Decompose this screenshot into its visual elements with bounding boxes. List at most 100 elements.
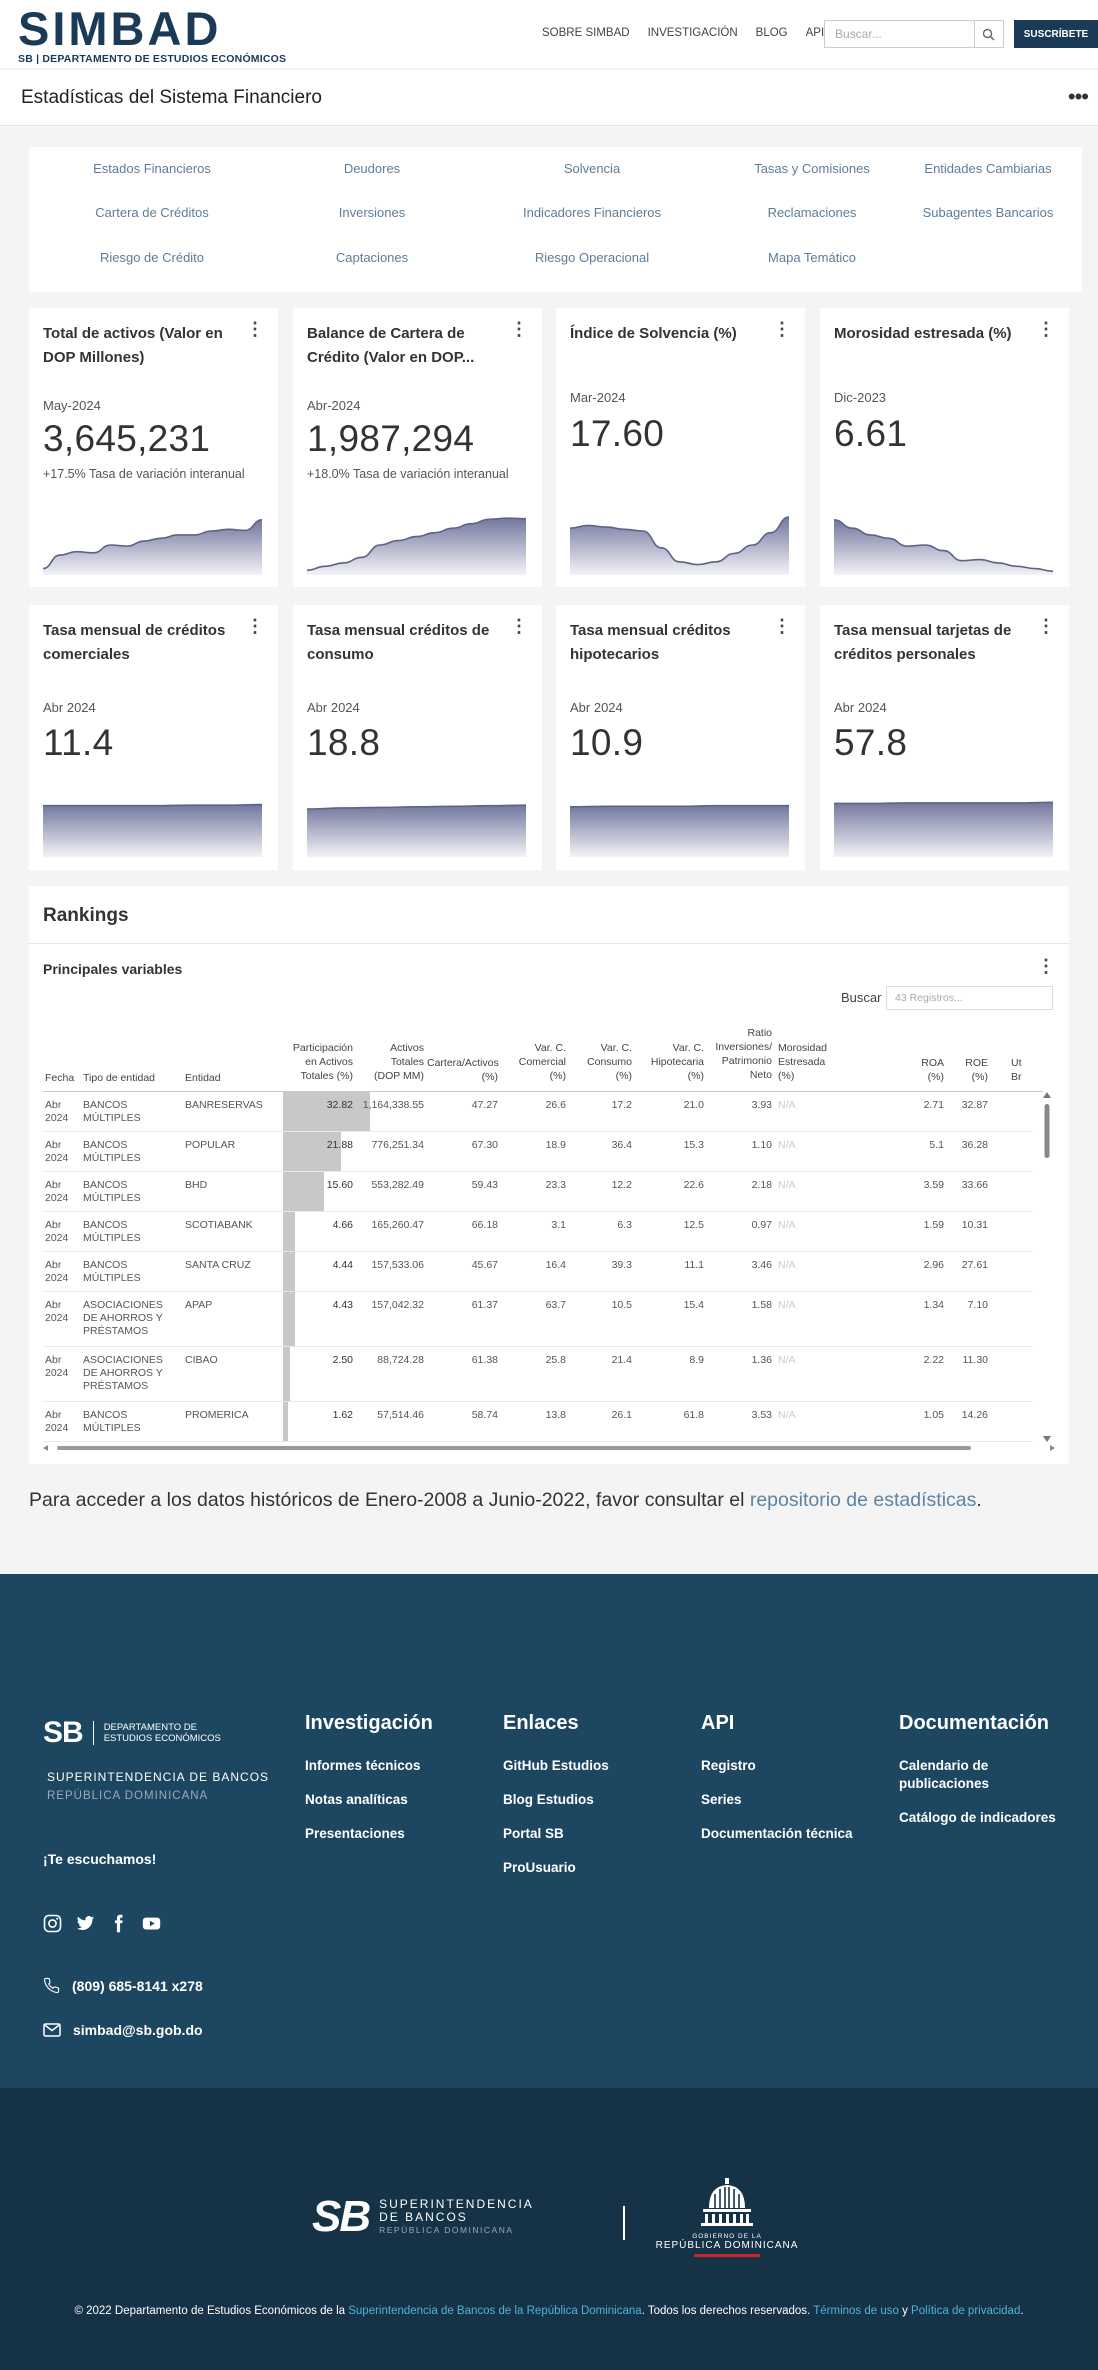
nav-blog[interactable]: BLOG: [756, 27, 788, 39]
twitter-icon[interactable]: [76, 1914, 95, 1933]
footer-col-title: Documentación: [899, 1712, 1050, 1734]
facebook-icon[interactable]: [109, 1914, 128, 1933]
column-header[interactable]: Tipo de entidad: [83, 1071, 181, 1085]
table-row[interactable]: Abr 2024 BANCOS MÚLTIPLES SCOTIABANK 4.66 165,…: [43, 1212, 1033, 1252]
sparkline-chart: [43, 803, 262, 857]
category-link[interactable]: Deudores: [344, 161, 400, 176]
more-dots-icon[interactable]: •••: [1068, 84, 1089, 110]
phone-text[interactable]: (809) 685-8141 x278: [72, 1978, 203, 1994]
table-cell: 1.58: [751, 1299, 772, 1311]
table-cell: 2.96: [923, 1259, 944, 1271]
phone-icon: [43, 1977, 60, 1994]
email-text[interactable]: simbad@sb.gob.do: [73, 2022, 203, 2038]
column-header[interactable]: Cartera/Activos (%): [427, 1056, 499, 1084]
category-link[interactable]: Entidades Cambiarias: [924, 161, 1051, 176]
category-link[interactable]: Cartera de Créditos: [95, 205, 208, 220]
card-menu-icon[interactable]: ⋮: [773, 617, 791, 635]
privacy-link[interactable]: Política de privacidad: [911, 2305, 1020, 2317]
rankings-menu-icon[interactable]: ⋮: [1037, 957, 1055, 975]
category-link[interactable]: Captaciones: [336, 250, 408, 265]
column-header[interactable]: Ut Br: [1011, 1056, 1051, 1084]
category-link[interactable]: Subagentes Bancarios: [923, 205, 1054, 220]
column-header[interactable]: Entidad: [185, 1071, 265, 1085]
card-menu-icon[interactable]: ⋮: [1037, 320, 1055, 338]
table-row[interactable]: Abr 2024 ASOCIACIONES DE AHORROS Y PRÉSTAMOS…: [43, 1292, 1033, 1347]
table-row[interactable]: Abr 2024 ASOCIACIONES DE AHORROS Y PRÉSTAMOS…: [43, 1347, 1033, 1402]
category-link[interactable]: Indicadores Financieros: [523, 205, 661, 220]
sb-logo-line2: DE BANCOS: [379, 2209, 468, 2224]
subscribe-button[interactable]: SUSCRÍBETE: [1014, 20, 1098, 48]
category-link[interactable]: Reclamaciones: [768, 205, 857, 220]
column-header[interactable]: ROE (%): [944, 1056, 988, 1084]
column-header[interactable]: Activos Totales (DOP MM): [355, 1041, 424, 1083]
footer-link[interactable]: ProUsuario: [503, 1859, 609, 1877]
nav-api[interactable]: API: [806, 27, 825, 39]
category-link[interactable]: Riesgo Operacional: [535, 250, 649, 265]
note-end: .: [976, 1489, 982, 1511]
category-link[interactable]: Estados Financieros: [93, 161, 211, 176]
footer-col-documentacion: Documentación Calendario de publicacione…: [899, 1712, 1069, 1843]
column-header-line: Neto: [749, 1069, 772, 1081]
table-row[interactable]: Abr 2024 BANCOS MÚLTIPLES BANRESERVAS 32.82 1,…: [43, 1092, 1033, 1132]
footer-link[interactable]: Informes técnicos: [305, 1757, 433, 1775]
column-header[interactable]: Var. C. Comercial (%): [502, 1041, 566, 1083]
category-link[interactable]: Mapa Temático: [768, 250, 856, 265]
column-header[interactable]: Var. C. Hipotecaria (%): [636, 1041, 704, 1083]
table-cell: Abr 2024: [45, 1139, 69, 1164]
column-header[interactable]: Fecha: [45, 1071, 79, 1085]
rankings-subtitle: Principales variables: [43, 961, 183, 977]
table-row[interactable]: Abr 2024 BANCOS MÚLTIPLES SANTA CRUZ 4.44 157,…: [43, 1252, 1033, 1292]
instagram-icon[interactable]: [43, 1914, 62, 1933]
footer-link[interactable]: Calendario de publicaciones: [899, 1757, 1069, 1793]
footer-link[interactable]: Notas analíticas: [305, 1791, 433, 1809]
category-link[interactable]: Tasas y Comisiones: [754, 161, 870, 176]
table-cell: 3.1: [551, 1219, 566, 1231]
footer-link[interactable]: Catálogo de indicadores: [899, 1809, 1069, 1827]
category-link[interactable]: Inversiones: [339, 205, 405, 220]
vertical-scrollbar[interactable]: [1043, 1092, 1051, 1442]
card-menu-icon[interactable]: ⋮: [510, 617, 528, 635]
table-row[interactable]: Abr 2024 BANCOS MÚLTIPLES BHD 15.60 553,282.49…: [43, 1172, 1033, 1212]
nav-investigacion[interactable]: INVESTIGACIÓN: [648, 27, 738, 39]
rankings-search-input[interactable]: 43 Registros...: [886, 986, 1053, 1010]
table-cell: 4.44: [332, 1259, 353, 1271]
category-link[interactable]: Solvencia: [564, 161, 620, 176]
search-button[interactable]: [974, 20, 1002, 48]
table-cell: BANCOS MÚLTIPLES: [83, 1259, 141, 1284]
column-header[interactable]: Var. C. Consumo (%): [570, 1041, 632, 1083]
footer-link[interactable]: Series: [701, 1791, 853, 1809]
column-header[interactable]: ROA (%): [904, 1056, 944, 1084]
card-menu-icon[interactable]: ⋮: [1037, 617, 1055, 635]
footer-link[interactable]: GitHub Estudios: [503, 1757, 609, 1775]
sparkline-chart: [834, 519, 1053, 575]
column-header[interactable]: Participación en Activos Totales (%): [283, 1041, 353, 1083]
youtube-icon[interactable]: [142, 1914, 161, 1933]
card-menu-icon[interactable]: ⋮: [246, 617, 264, 635]
repository-link[interactable]: repositorio de estadísticas: [750, 1489, 977, 1511]
category-link[interactable]: Riesgo de Crédito: [100, 250, 204, 265]
footer-link[interactable]: Presentaciones: [305, 1825, 433, 1843]
table-row[interactable]: Abr 2024 BANCOS MÚLTIPLES POPULAR 21.88 776,25…: [43, 1132, 1033, 1172]
sparkline-area: [307, 805, 526, 857]
horizontal-scrollbar[interactable]: [43, 1444, 1055, 1452]
table-cell: APAP: [185, 1299, 213, 1311]
column-header-line: (%): [927, 1071, 944, 1083]
nav-sobre-simbad[interactable]: SOBRE SIMBAD: [542, 27, 630, 39]
card-menu-icon[interactable]: ⋮: [773, 320, 791, 338]
footer-link[interactable]: Blog Estudios: [503, 1791, 609, 1809]
card-menu-icon[interactable]: ⋮: [510, 320, 528, 338]
sb-link[interactable]: Superintendencia de Bancos de la Repúbli…: [348, 2305, 641, 2317]
column-header-line: Tipo de entidad: [83, 1072, 155, 1084]
top-nav: SOBRE SIMBAD INVESTIGACIÓN BLOG API: [542, 27, 824, 39]
simbad-logo[interactable]: SIMBAD SB | DEPARTAMENTO DE ESTUDIOS ECO…: [18, 5, 286, 65]
table-cell: 18.9: [545, 1139, 566, 1151]
column-header[interactable]: Morosidad Estresada (%): [778, 1041, 848, 1083]
sparkline-area: [307, 518, 526, 575]
column-header[interactable]: Ratio Inversiones/Patrimonio Neto: [707, 1026, 772, 1082]
footer-link[interactable]: Portal SB: [503, 1825, 609, 1843]
footer-link[interactable]: Documentación técnica: [701, 1825, 853, 1843]
footer-link[interactable]: Registro: [701, 1757, 853, 1775]
card-menu-icon[interactable]: ⋮: [246, 320, 264, 338]
table-row[interactable]: Abr 2024 BANCOS MÚLTIPLES PROMERICA 1.62 57,51…: [43, 1402, 1033, 1442]
terms-link[interactable]: Términos de uso: [813, 2305, 899, 2317]
